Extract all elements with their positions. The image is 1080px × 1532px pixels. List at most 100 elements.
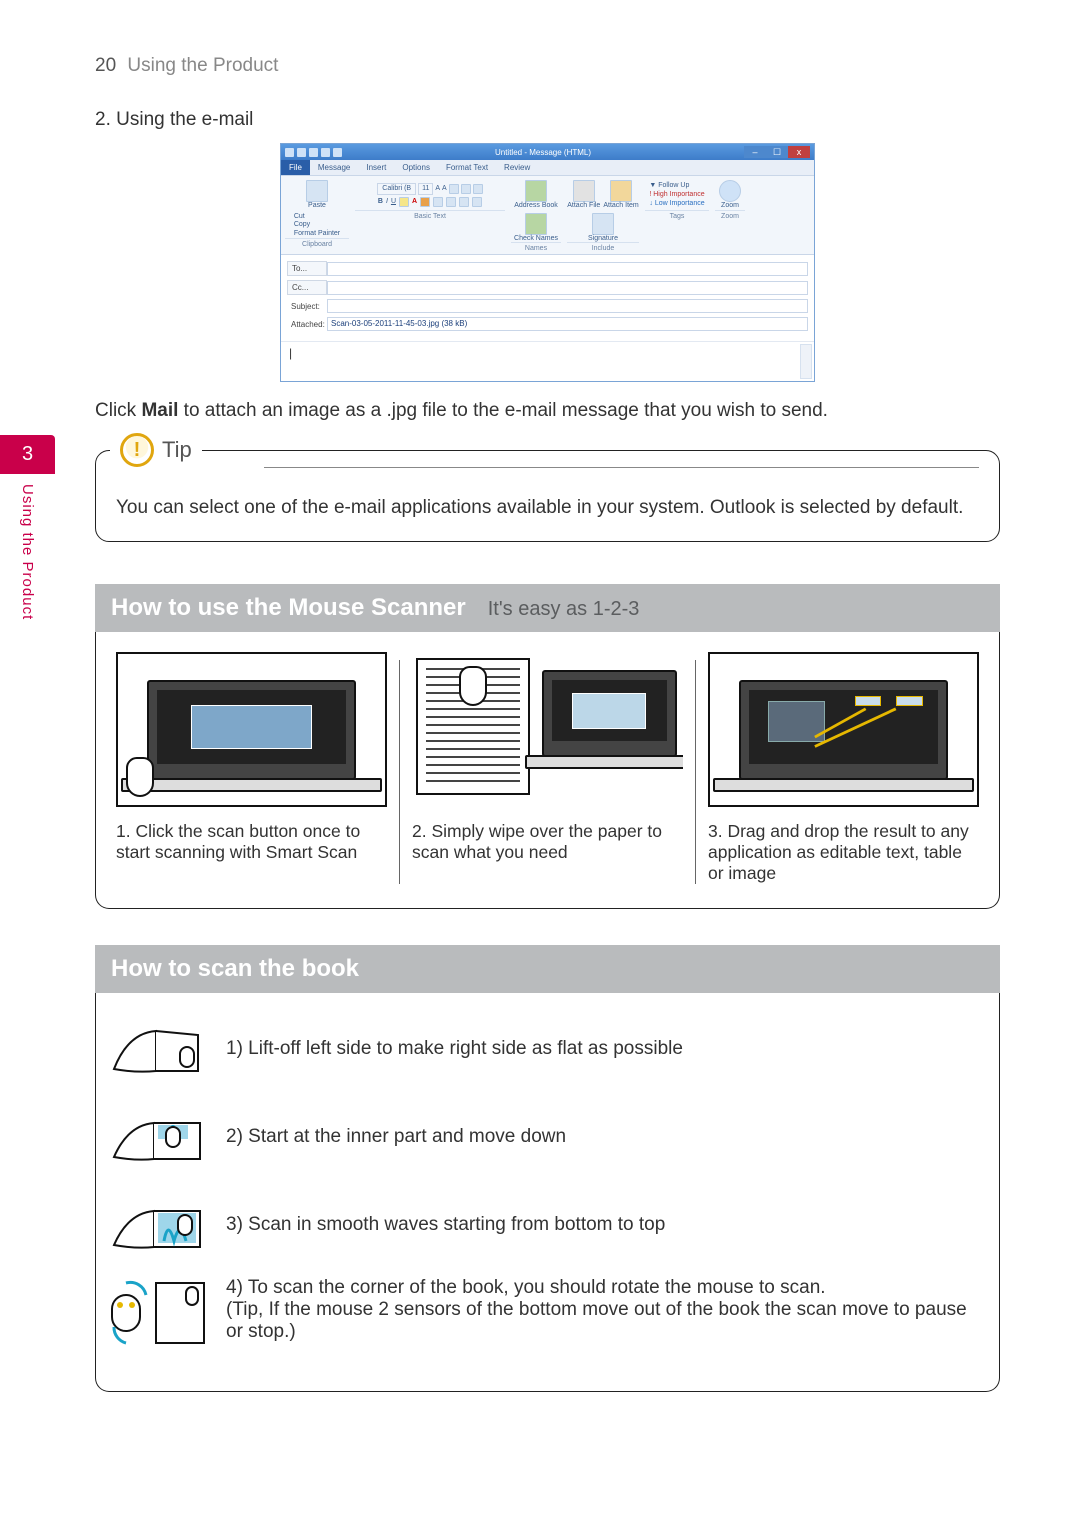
group-zoom-name: Zoom [715, 210, 745, 220]
ribbon-tabs: File Message Insert Options Format Text … [281, 160, 814, 176]
subject-input[interactable] [327, 299, 808, 313]
italic-icon[interactable]: I [386, 198, 388, 206]
tab-file[interactable]: File [281, 160, 310, 175]
side-tab: 3 Using the Product [0, 435, 55, 630]
book-row-2: 2) Start at the inner part and move down [108, 1101, 981, 1173]
outlook-screenshot: Untitled - Message (HTML) – ☐ x File Mes… [280, 143, 815, 382]
group-clipboard-name: Clipboard [285, 238, 349, 248]
maximize-icon[interactable]: ☐ [766, 146, 788, 158]
book-illus-1 [108, 1013, 208, 1085]
minimize-icon[interactable]: – [744, 146, 766, 158]
book-text-1: 1) Lift-off left side to make right side… [226, 1038, 683, 1060]
group-names-name: Names [511, 242, 561, 252]
attach-file-icon[interactable] [573, 180, 595, 202]
cut-label[interactable]: Cut [294, 213, 340, 221]
grow-font-icon[interactable]: A [435, 185, 440, 193]
tip-text: You can select one of the e-mail applica… [116, 497, 979, 519]
font-size[interactable]: 11 [418, 183, 433, 195]
close-icon[interactable]: x [788, 146, 810, 158]
cc-input[interactable] [327, 281, 808, 295]
attached-input[interactable]: Scan-03-05-2011-11-45-03.jpg (38 kB) [327, 317, 808, 331]
cc-button[interactable]: Cc... [287, 280, 327, 295]
high-importance-label[interactable]: ! High Importance [649, 191, 704, 199]
arrows-icon [749, 690, 937, 803]
align-left-icon[interactable] [420, 197, 430, 207]
book-row-3: 3) Scan in smooth waves starting from bo… [108, 1189, 981, 1261]
signature-label: Signature [588, 235, 618, 243]
tab-format-text[interactable]: Format Text [438, 160, 496, 175]
mouse-scanner-section: How to use the Mouse Scanner It's easy a… [95, 584, 1000, 909]
book-illus-2 [108, 1101, 208, 1173]
bulb-icon: ! [120, 433, 154, 467]
book-illus-3 [108, 1189, 208, 1261]
low-importance-label[interactable]: ↓ Low Importance [649, 200, 704, 208]
book-row-4: 4) To scan the corner of the book, you s… [108, 1277, 981, 1349]
follow-up-label[interactable]: ▼ Follow Up [649, 182, 689, 190]
numbering-icon[interactable] [461, 184, 471, 194]
zoom-icon[interactable] [719, 180, 741, 202]
book-section-bar: How to scan the book [95, 945, 1000, 993]
group-basic-text-name: Basic Text [355, 210, 505, 220]
align-center-icon[interactable] [433, 197, 443, 207]
window-title: Untitled - Message (HTML) [495, 148, 591, 157]
step-3-text: 3. Drag and drop the result to any appli… [708, 821, 979, 884]
book-frame: 1) Lift-off left side to make right side… [95, 993, 1000, 1392]
indent-inc-icon[interactable] [472, 197, 482, 207]
subject-label: Subject: [287, 300, 327, 313]
mouse-section-bar: How to use the Mouse Scanner It's easy a… [95, 584, 1000, 632]
tab-review[interactable]: Review [496, 160, 538, 175]
align-right-icon[interactable] [446, 197, 456, 207]
mail-fields: To... Cc... Subject: Attached:Scan-03-05… [281, 255, 814, 341]
font-select[interactable]: Calibri (B [377, 183, 416, 195]
step-1-illustration [116, 652, 387, 807]
font-color-icon[interactable]: A [412, 198, 417, 206]
underline-icon[interactable]: U [391, 198, 396, 206]
group-include: Attach File Attach Item Signature Includ… [567, 180, 639, 252]
shrink-font-icon[interactable]: A [442, 185, 447, 193]
mail-bold: Mail [141, 400, 178, 421]
bullets-icon[interactable] [449, 184, 459, 194]
format-painter-label[interactable]: Format Painter [294, 230, 340, 238]
mouse-steps-frame: 1. Click the scan button once to start s… [95, 632, 1000, 909]
book-text-4: 4) To scan the corner of the book, you s… [226, 1277, 981, 1343]
address-book-icon[interactable] [525, 180, 547, 202]
tab-message[interactable]: Message [310, 160, 358, 175]
group-names: Address Book Check Names Names [511, 180, 561, 252]
tip-head: ! Tip [110, 433, 202, 467]
check-names-icon[interactable] [525, 213, 547, 235]
ribbon: Paste Cut Copy Format Painter Clipboard … [281, 176, 814, 255]
copy-label[interactable]: Copy [294, 221, 340, 229]
tab-options[interactable]: Options [394, 160, 438, 175]
book-text-4-line2: (Tip, If the mouse 2 sensors of the bott… [226, 1299, 981, 1343]
signature-icon[interactable] [592, 213, 614, 235]
address-book-label: Address Book [514, 202, 558, 210]
mouse-icon [459, 666, 487, 706]
mail-instruction: Click Mail to attach an image as a .jpg … [95, 400, 1000, 422]
step-3: 3. Drag and drop the result to any appli… [696, 652, 991, 884]
step-heading: 2. Using the e-mail [95, 109, 1000, 131]
attachment-chip[interactable]: Scan-03-05-2011-11-45-03.jpg (38 kB) [331, 319, 467, 328]
step-1: 1. Click the scan button once to start s… [104, 652, 399, 884]
check-names-label: Check Names [514, 235, 558, 243]
step-1-text: 1. Click the scan button once to start s… [116, 821, 387, 863]
indent-dec-icon[interactable] [459, 197, 469, 207]
page-header: 20 Using the Product [95, 55, 1000, 77]
group-clipboard: Paste Cut Copy Format Painter Clipboard [285, 180, 349, 252]
tab-insert[interactable]: Insert [358, 160, 394, 175]
page-content: 20 Using the Product 2. Using the e-mail… [0, 0, 1080, 1432]
group-tags: ▼ Follow Up ! High Importance ↓ Low Impo… [645, 180, 709, 252]
mail-body[interactable]: | [281, 341, 814, 381]
clear-fmt-icon[interactable] [473, 184, 483, 194]
to-button[interactable]: To... [287, 261, 327, 276]
to-input[interactable] [327, 262, 808, 276]
bold-icon[interactable]: B [378, 198, 383, 206]
paste-icon[interactable] [306, 180, 328, 202]
page-title: Using the Product [127, 55, 278, 76]
chapter-label: Using the Product [19, 474, 36, 630]
highlight-icon[interactable] [399, 197, 409, 207]
attach-item-icon[interactable] [610, 180, 632, 202]
paste-label: Paste [308, 202, 326, 210]
window-buttons: – ☐ x [744, 146, 810, 158]
tip-label: Tip [162, 437, 192, 463]
group-zoom: Zoom Zoom [715, 180, 745, 252]
